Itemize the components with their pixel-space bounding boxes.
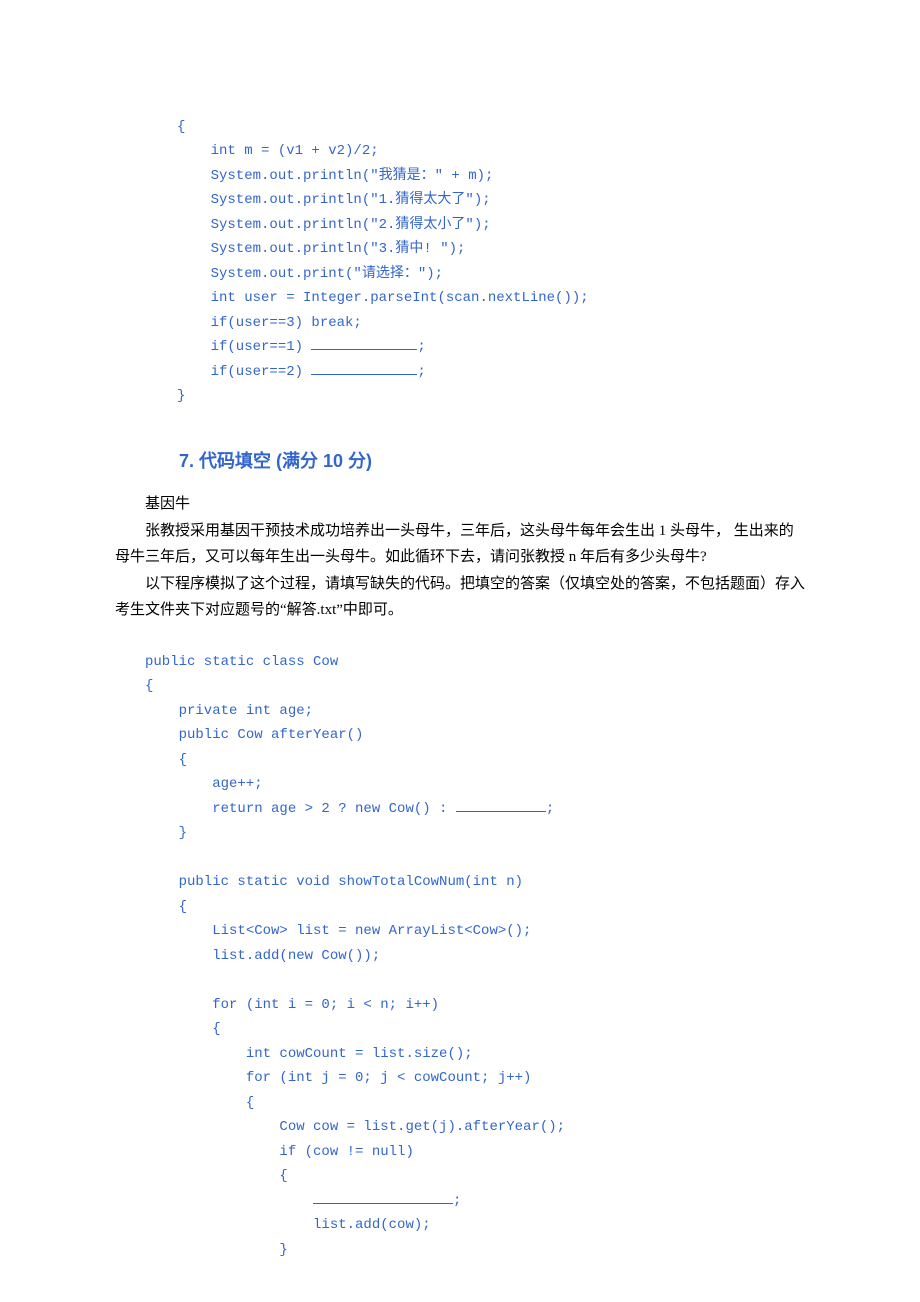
code-line: Cow cow = list.get(j).afterYear();	[145, 1119, 565, 1135]
blank-fill	[456, 798, 546, 812]
code-block-2: public static class Cow { private int ag…	[115, 625, 805, 1262]
code-line: {	[145, 678, 153, 694]
code-line: System.out.print("请选择：");	[177, 266, 443, 282]
code-line: if(user==3) break;	[177, 315, 362, 331]
blank-fill	[311, 361, 417, 375]
code-line: list.add(cow);	[145, 1217, 431, 1233]
code-line: if(user==2)	[177, 364, 311, 380]
section-7-heading: 7. 代码填空 (满分 10 分)	[115, 445, 805, 478]
code-line: int user = Integer.parseInt(scan.nextLin…	[177, 290, 589, 306]
code-line: list.add(new Cow());	[145, 948, 380, 964]
code-line: public Cow afterYear()	[145, 727, 363, 743]
code-line: System.out.println("2.猜得太小了");	[177, 217, 491, 233]
code-line: }	[145, 1242, 288, 1258]
code-line: List<Cow> list = new ArrayList<Cow>();	[145, 923, 531, 939]
code-line: for (int j = 0; j < cowCount; j++)	[145, 1070, 531, 1086]
code-line: ;	[417, 339, 425, 355]
code-line: System.out.println("我猜是：" + m);	[177, 168, 493, 184]
code-line: {	[145, 1095, 254, 1111]
code-line: return age > 2 ? new Cow() : ;	[145, 801, 554, 817]
code-block-1: { int m = (v1 + v2)/2; System.out.printl…	[115, 90, 805, 409]
code-line: if(user==1)	[177, 339, 311, 355]
code-line: {	[145, 1168, 288, 1184]
code-line: public static class Cow	[145, 654, 338, 670]
code-line: public static void showTotalCowNum(int n…	[145, 874, 523, 890]
code-line: private int age;	[145, 703, 313, 719]
code-line: int cowCount = list.size();	[145, 1046, 473, 1062]
code-line: if (cow != null)	[145, 1144, 414, 1160]
code-line: {	[145, 752, 187, 768]
prose-paragraph: 以下程序模拟了这个过程，请填写缺失的代码。把填空的答案（仅填空处的答案，不包括题…	[115, 572, 805, 623]
code-line: {	[145, 899, 187, 915]
code-line: }	[177, 388, 185, 404]
code-line: age++;	[145, 776, 263, 792]
code-line: ;	[145, 1193, 461, 1209]
code-line: System.out.println("3.猜中! ");	[177, 241, 465, 257]
prose-paragraph: 张教授采用基因干预技术成功培养出一头母牛，三年后，这头母牛每年会生出 1 头母牛…	[115, 519, 805, 570]
code-line: {	[177, 119, 185, 135]
code-line: System.out.println("1.猜得太大了");	[177, 192, 491, 208]
code-line: for (int i = 0; i < n; i++)	[145, 997, 439, 1013]
code-line: {	[145, 1021, 221, 1037]
blank-fill	[311, 336, 417, 350]
prose-title: 基因牛	[115, 492, 805, 518]
code-line: ;	[417, 364, 425, 380]
code-line: int m = (v1 + v2)/2;	[177, 143, 379, 159]
code-line: }	[145, 825, 187, 841]
blank-fill	[313, 1190, 453, 1204]
